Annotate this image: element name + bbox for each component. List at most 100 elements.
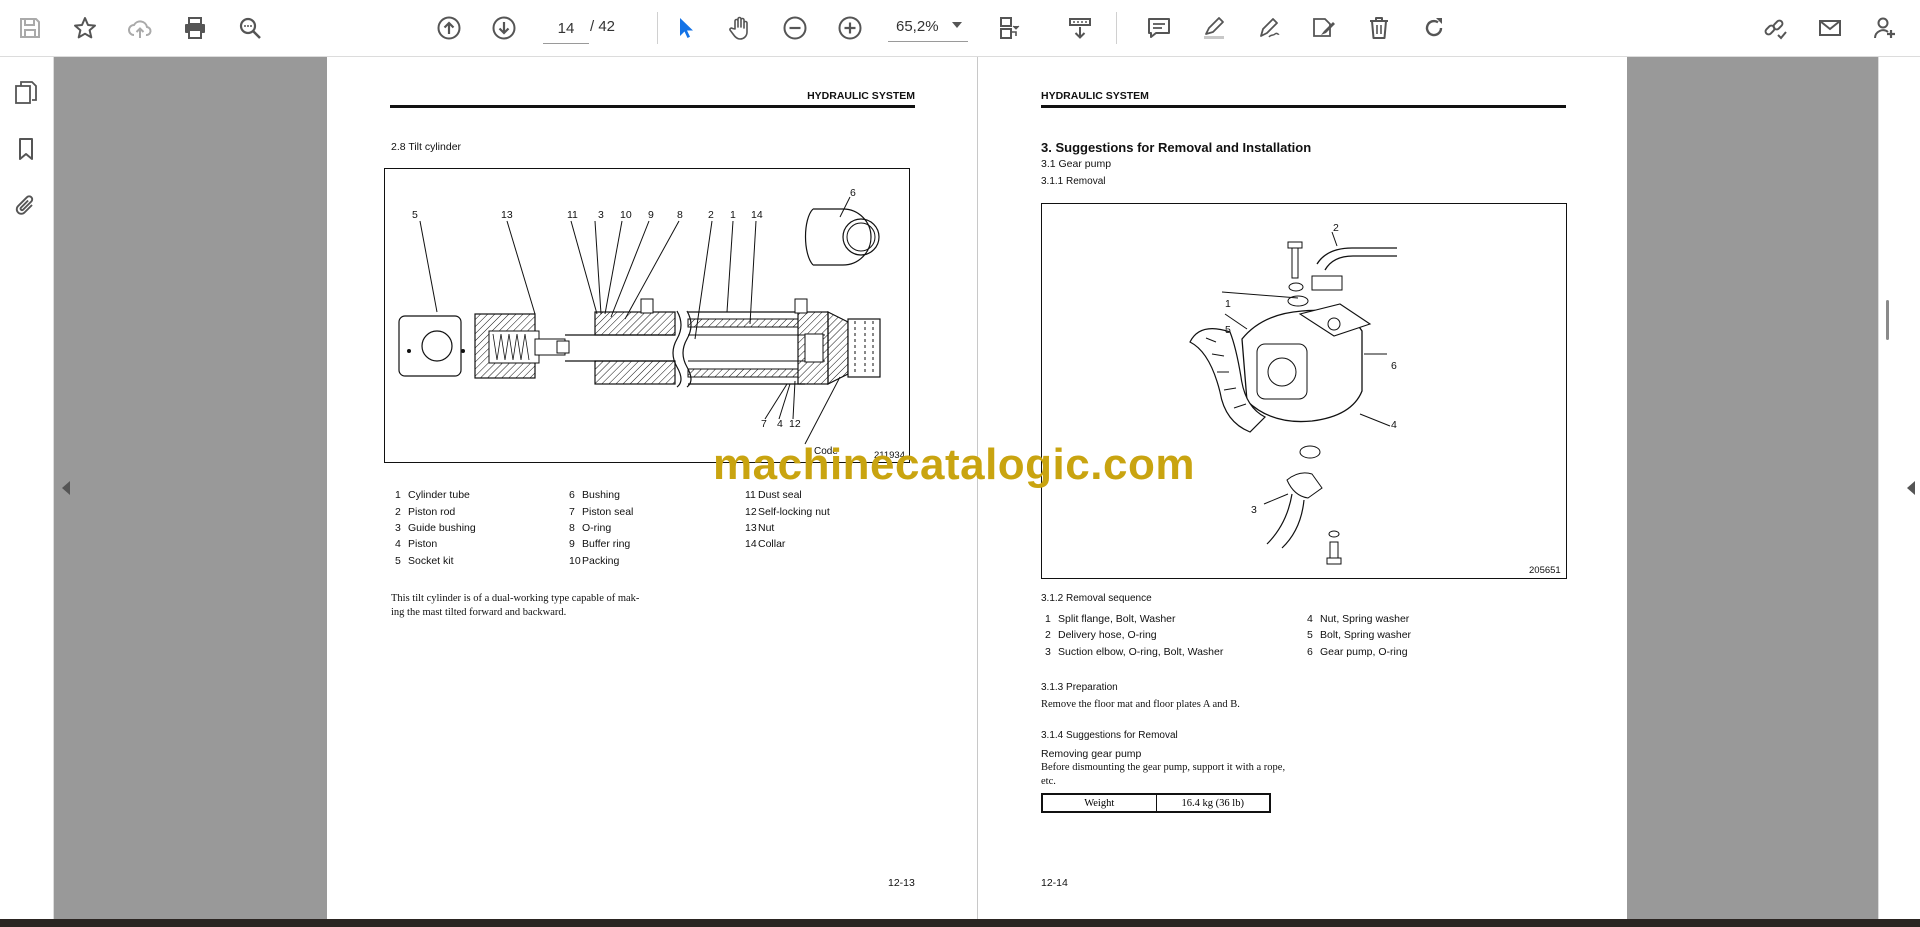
- delete-trash-icon[interactable]: [1362, 11, 1396, 45]
- page-header: HYDRAULIC SYSTEM: [807, 90, 915, 102]
- figure-code: 205651: [1529, 565, 1561, 576]
- viewer-background: [54, 57, 327, 919]
- part-number: 3: [395, 522, 401, 534]
- hand-tool-icon[interactable]: [723, 11, 757, 45]
- select-cursor-icon[interactable]: [668, 11, 702, 45]
- callout-6: 6: [1391, 360, 1397, 372]
- part-name: Packing: [582, 555, 620, 567]
- collapse-left-icon[interactable]: [62, 481, 70, 495]
- callout-2: 2: [708, 209, 714, 221]
- divider: [1116, 12, 1117, 44]
- subsection-heading: 3.1.2 Removal sequence: [1041, 593, 1152, 604]
- part-number: 2: [395, 506, 401, 518]
- seq-item: Bolt, Spring washer: [1320, 629, 1412, 641]
- part-name: Bushing: [582, 489, 620, 501]
- tilt-cylinder-figure: 5 13 11 3 10 9 8 2 1 14 6 7 4 12 Code 21…: [384, 168, 910, 463]
- body-text: Remove the floor mat and floor plates A …: [1041, 699, 1240, 710]
- callout-13: 13: [501, 209, 513, 221]
- zoom-search-icon[interactable]: [233, 11, 267, 45]
- draw-pencil-icon[interactable]: [1252, 11, 1286, 45]
- redo-rotate-icon[interactable]: [1417, 11, 1451, 45]
- part-number: 13: [745, 522, 757, 534]
- page-header: HYDRAULIC SYSTEM: [1041, 90, 1149, 102]
- section-title: 3. Suggestions for Removal and Installat…: [1041, 140, 1312, 155]
- subsection-heading: 3.1 Gear pump: [1041, 158, 1112, 170]
- star-icon[interactable]: [68, 11, 102, 45]
- email-icon[interactable]: [1813, 11, 1847, 45]
- page-number: 12-13: [888, 877, 915, 889]
- part-name: Piston rod: [408, 506, 456, 518]
- bookmark-icon[interactable]: [9, 132, 43, 166]
- gear-pump-drawing: [1189, 231, 1397, 565]
- callout-6: 6: [850, 187, 856, 199]
- part-name: Socket kit: [408, 555, 454, 567]
- tilt-cylinder-drawing: [398, 196, 881, 445]
- highlight-pen-icon[interactable]: [1197, 11, 1231, 45]
- part-number: 11: [745, 489, 756, 501]
- seq-item: Gear pump, O-ring: [1320, 646, 1408, 658]
- toolbar: / 42 65,2%: [0, 0, 1920, 57]
- part-name: Self-locking nut: [758, 506, 830, 518]
- part-name: Collar: [758, 538, 786, 550]
- callout-5: 5: [1225, 324, 1231, 336]
- weight-value: 16.4 kg (36 lb): [1155, 793, 1271, 813]
- zoom-out-button[interactable]: [778, 11, 812, 45]
- part-number: 4: [395, 538, 401, 550]
- seq-item: Nut, Spring washer: [1320, 613, 1410, 625]
- print-icon[interactable]: [178, 11, 212, 45]
- part-number: 12: [745, 506, 757, 518]
- part-number: 10: [569, 555, 581, 567]
- page-number-input[interactable]: [543, 13, 589, 44]
- part-name: Nut: [758, 522, 775, 534]
- next-page-button[interactable]: [487, 11, 521, 45]
- weight-table: Weight 16.4 kg (36 lb): [1041, 793, 1271, 813]
- chevron-down-icon: [952, 22, 962, 28]
- callout-9: 9: [648, 209, 654, 221]
- body-text: etc.: [1041, 776, 1056, 787]
- part-number: 6: [569, 489, 575, 501]
- save-icon[interactable]: [13, 11, 47, 45]
- seq-number: 3: [1045, 646, 1051, 658]
- taskbar-strip: [0, 919, 1920, 927]
- part-name: Piston: [408, 538, 438, 550]
- share-link-icon[interactable]: [1758, 11, 1792, 45]
- scrollbar[interactable]: [1886, 300, 1889, 340]
- seq-item: Delivery hose, O-ring: [1058, 629, 1157, 641]
- description-line: This tilt cylinder is of a dual-working …: [391, 593, 640, 604]
- seq-number: 4: [1307, 613, 1313, 625]
- part-name: Guide bushing: [408, 522, 476, 534]
- previous-page-button[interactable]: [432, 11, 466, 45]
- callout-4: 4: [1391, 419, 1397, 431]
- callout-3: 3: [1251, 504, 1257, 516]
- comment-icon[interactable]: [1142, 11, 1176, 45]
- part-number: 5: [395, 555, 401, 567]
- subsection-heading: 3.1.1 Removal: [1041, 176, 1106, 187]
- part-name: Cylinder tube: [408, 489, 470, 501]
- part-number: 8: [569, 522, 575, 534]
- page-thumbnails-icon[interactable]: [9, 75, 43, 109]
- callout-12: 12: [789, 418, 801, 430]
- callout-7: 7: [761, 418, 767, 430]
- seq-number: 6: [1307, 646, 1313, 658]
- divider: [657, 12, 658, 44]
- seq-number: 2: [1045, 629, 1051, 641]
- add-user-icon[interactable]: [1868, 11, 1902, 45]
- seq-item: Split flange, Bolt, Washer: [1058, 613, 1176, 625]
- cloud-upload-icon[interactable]: [123, 11, 157, 45]
- callout-5: 5: [412, 209, 418, 221]
- callout-1: 1: [1225, 298, 1231, 310]
- part-name: Dust seal: [758, 489, 802, 501]
- page-total: / 42: [590, 18, 616, 35]
- zoom-in-button[interactable]: [833, 11, 867, 45]
- section-heading: 2.8 Tilt cylinder: [391, 141, 462, 153]
- stamp-icon[interactable]: [1307, 11, 1341, 45]
- zoom-select[interactable]: 65,2%: [888, 13, 968, 42]
- callout-14: 14: [751, 209, 763, 221]
- scrolling-mode-icon[interactable]: [1063, 11, 1097, 45]
- page-display-icon[interactable]: [993, 11, 1027, 45]
- attachment-icon[interactable]: [9, 189, 43, 223]
- part-number: 7: [569, 506, 575, 518]
- expand-right-panel-icon[interactable]: [1907, 481, 1915, 495]
- seq-number: 1: [1045, 613, 1051, 625]
- callout-2: 2: [1333, 222, 1339, 234]
